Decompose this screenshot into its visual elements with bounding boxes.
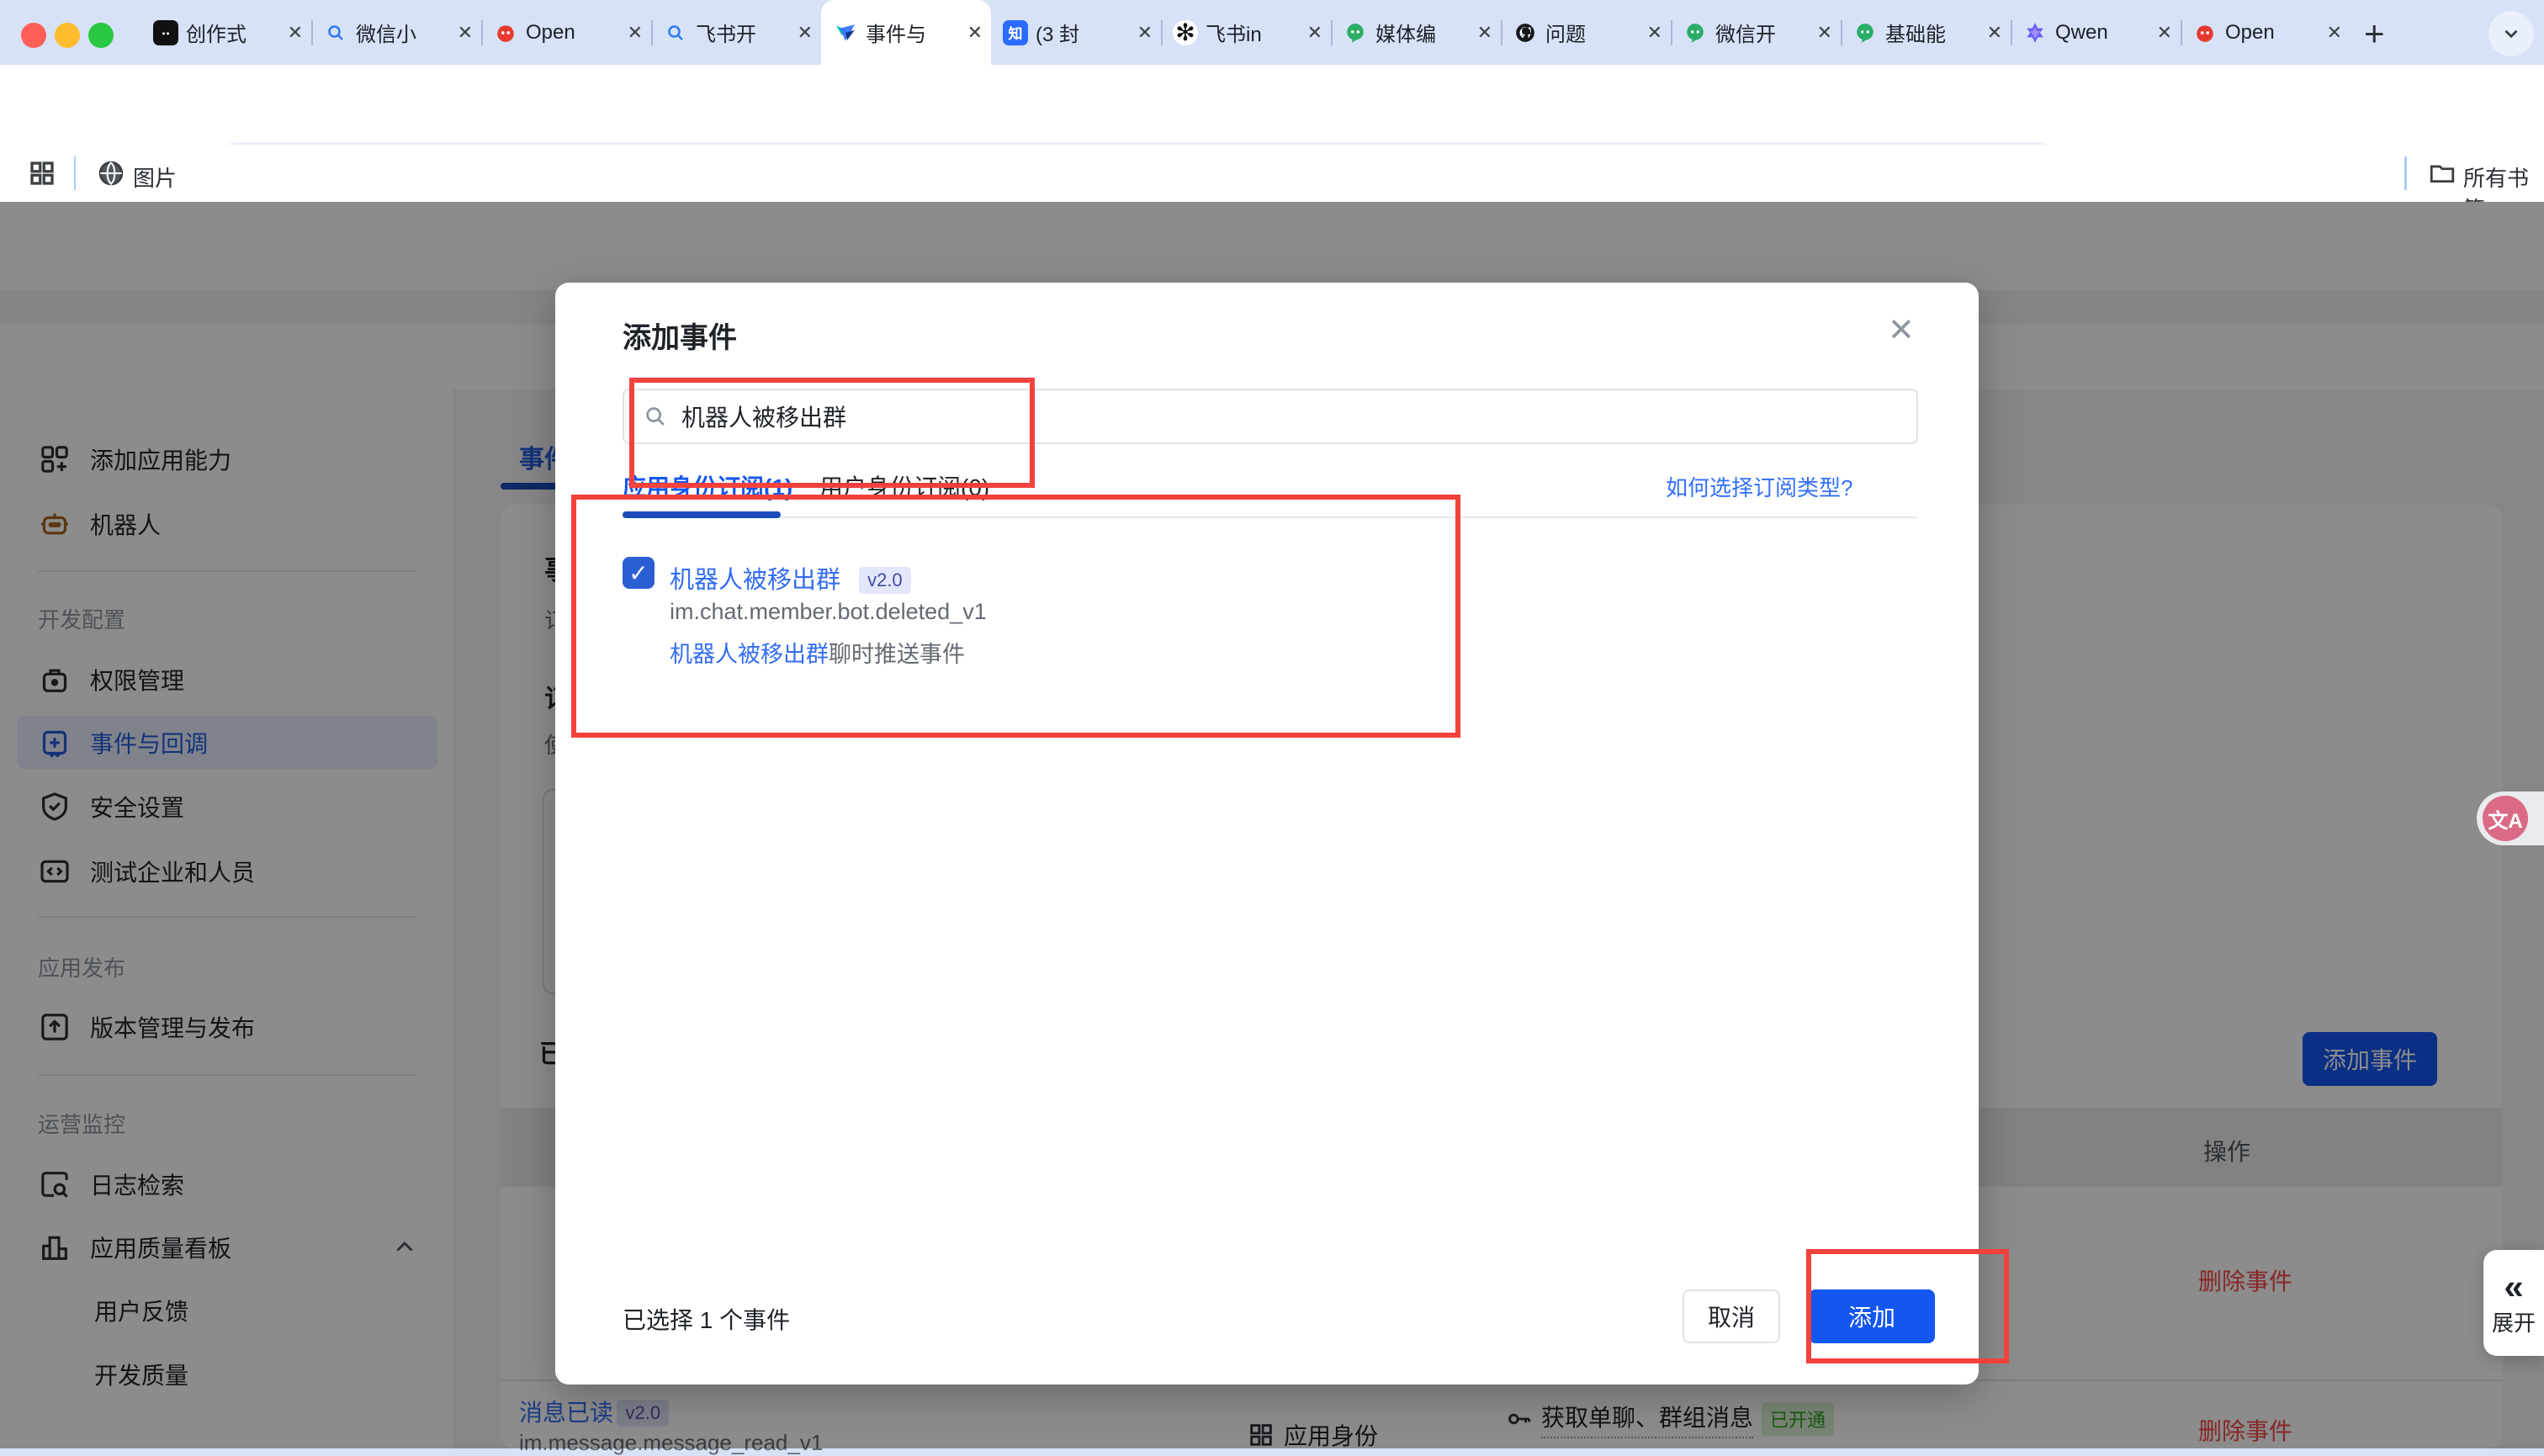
new-tab-button[interactable]: +	[2364, 13, 2385, 54]
search-favicon-icon	[323, 20, 348, 45]
tab-close-icon[interactable]: ✕	[628, 22, 643, 44]
close-icon[interactable]: ✕	[1888, 311, 1915, 349]
red-pet-favicon-icon	[493, 20, 518, 45]
browser-toolbar: ← → ↻ open.feishu.cn/app/cli_a9393d2699f…	[0, 65, 2544, 145]
browser-tab[interactable]: 基础能 ✕	[1841, 0, 2011, 65]
globe-icon	[96, 158, 126, 188]
wechat-favicon-icon	[1852, 20, 1878, 45]
bookmark-item[interactable]: 图片	[133, 161, 177, 193]
browser-tab-strip: 创作式 ✕ 微信小 ✕ Open ✕ 飞书开	[0, 0, 2544, 65]
browser-tab[interactable]: 问题 ✕	[1501, 0, 1671, 65]
bookmarks-bar: 图片 所有书签	[0, 145, 2544, 203]
tab-close-icon[interactable]: ✕	[288, 22, 303, 44]
browser-tab[interactable]: 飞书开 ✕	[651, 0, 821, 65]
chevron-down-icon	[2500, 23, 2522, 45]
zhihu-favicon-icon: 知	[1003, 20, 1028, 45]
tab-close-icon[interactable]: ✕	[1817, 22, 1832, 44]
annotation-box-search	[629, 378, 1035, 488]
red-pet-favicon-icon	[2192, 20, 2218, 45]
tab-close-icon[interactable]: ✕	[967, 22, 983, 44]
github-favicon-icon	[1513, 20, 1538, 45]
browser-tab[interactable]: 微信开 ✕	[1671, 0, 1841, 65]
traffic-zoom-button[interactable]	[88, 23, 114, 48]
traffic-close-button[interactable]	[21, 23, 46, 48]
feishu-favicon-icon	[833, 20, 858, 45]
tab-search-chevron-button[interactable]	[2488, 11, 2534, 56]
browser-tab[interactable]: Open ✕	[2181, 0, 2351, 65]
tab-close-icon[interactable]: ✕	[2327, 22, 2342, 44]
expand-label: 展开	[2492, 1306, 2536, 1337]
wechat-favicon-icon	[1343, 20, 1368, 45]
browser-tab[interactable]: Qwen ✕	[2011, 0, 2181, 65]
translate-float-icon[interactable]: 文A	[2483, 796, 2528, 841]
browser-tab[interactable]: 创作式 ✕	[141, 0, 311, 65]
browser-tab[interactable]: Open ✕	[481, 0, 651, 65]
openai-favicon-icon: ✻	[1173, 20, 1198, 45]
apps-grid-icon[interactable]	[27, 158, 57, 188]
expand-widget[interactable]: « 展开	[2483, 1250, 2544, 1356]
cancel-button[interactable]: 取消	[1683, 1289, 1780, 1343]
qwen-favicon-icon	[2022, 20, 2048, 45]
tab-close-icon[interactable]: ✕	[1137, 22, 1153, 44]
selected-count-text: 已选择 1 个事件	[623, 1302, 790, 1336]
browser-tab[interactable]: 知 (3 封 ✕	[991, 0, 1161, 65]
tab-close-icon[interactable]: ✕	[1987, 22, 2002, 44]
tab-list: 创作式 ✕ 微信小 ✕ Open ✕ 飞书开	[141, 0, 2351, 65]
traffic-minimize-button[interactable]	[55, 23, 80, 48]
search-favicon-icon	[663, 20, 688, 45]
robot-favicon-icon	[153, 20, 178, 45]
tab-close-icon[interactable]: ✕	[458, 22, 473, 44]
double-chevron-left-icon: «	[2504, 1269, 2523, 1305]
browser-tab[interactable]: ✻ 飞书in ✕	[1161, 0, 1331, 65]
browser-tab[interactable]: 媒体编 ✕	[1331, 0, 1501, 65]
annotation-box-event-item	[571, 495, 1460, 738]
screen: 创作式 ✕ 微信小 ✕ Open ✕ 飞书开	[0, 0, 2544, 1448]
tab-close-icon[interactable]: ✕	[1477, 22, 1492, 44]
modal-title: 添加事件	[623, 315, 737, 356]
tab-close-icon[interactable]: ✕	[798, 22, 813, 44]
subscription-help-link[interactable]: 如何选择订阅类型?	[1666, 471, 1852, 502]
bookmarks-divider	[74, 156, 76, 190]
folder-icon	[2428, 158, 2457, 187]
tab-close-icon[interactable]: ✕	[1307, 22, 1322, 44]
bookmarks-divider	[2404, 156, 2407, 190]
browser-tab-active[interactable]: 事件与 ✕	[821, 0, 991, 65]
tab-close-icon[interactable]: ✕	[2157, 22, 2172, 44]
browser-tab[interactable]: 微信小 ✕	[311, 0, 481, 65]
wechat-favicon-icon	[1683, 20, 1708, 45]
annotation-box-confirm	[1806, 1249, 2009, 1363]
tab-close-icon[interactable]: ✕	[1647, 22, 1662, 44]
